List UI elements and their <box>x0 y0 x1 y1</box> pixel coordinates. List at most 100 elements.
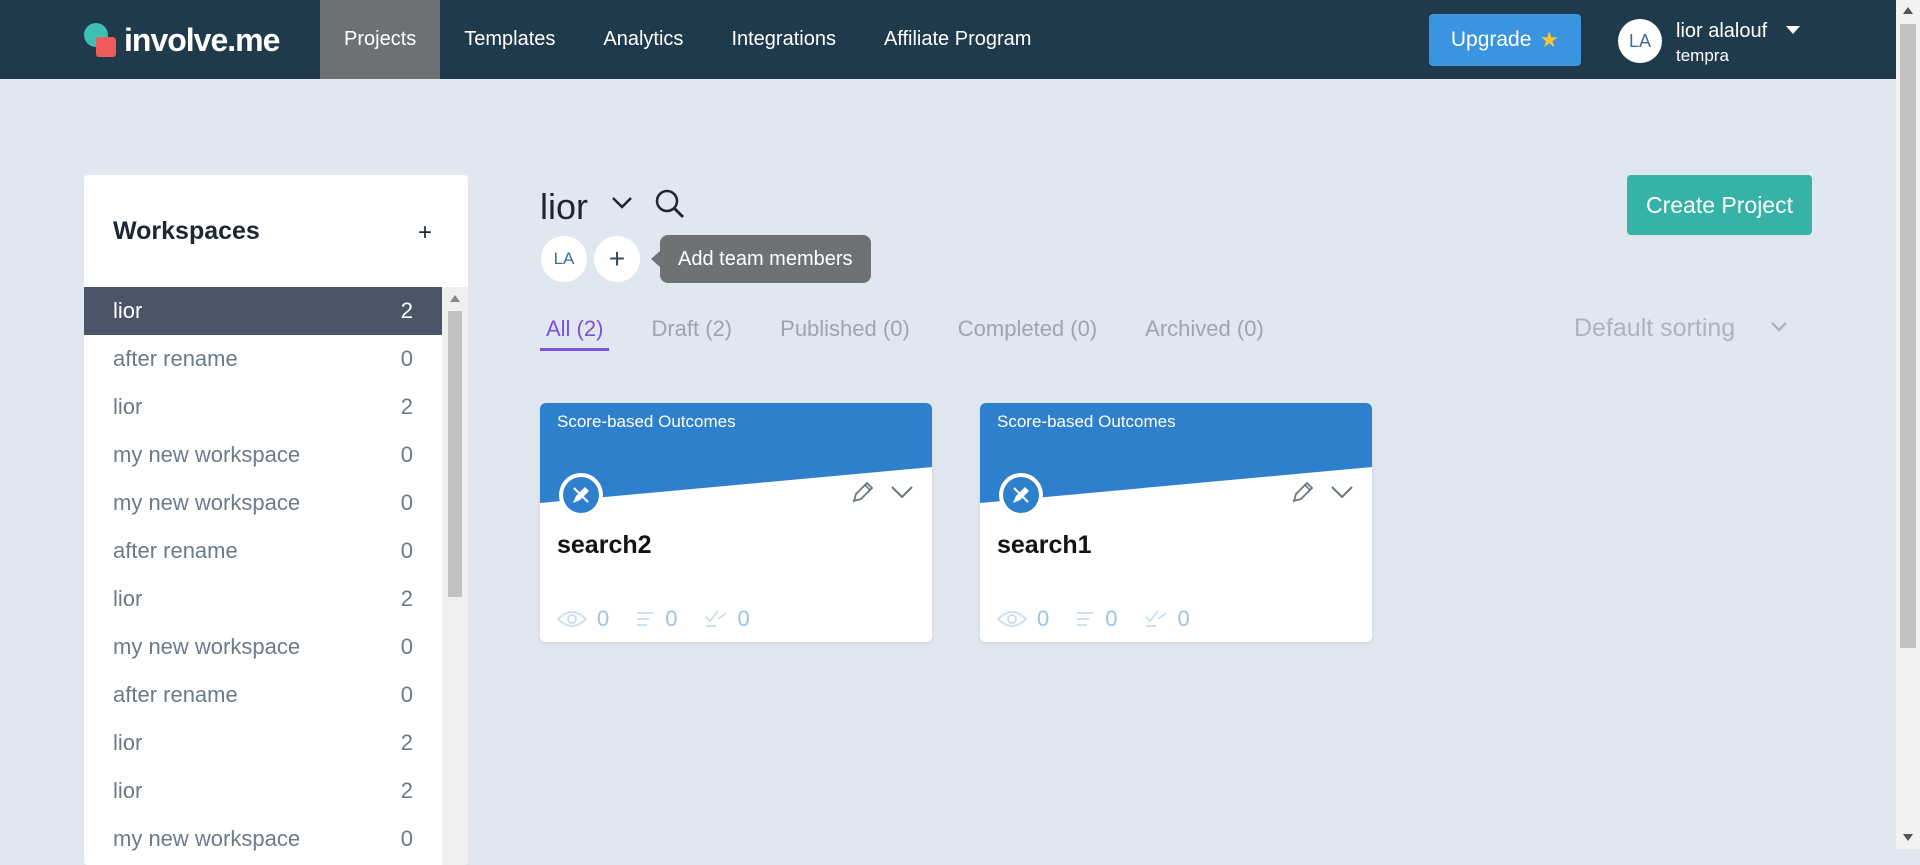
views-stat: 0 <box>997 606 1049 632</box>
workspace-count: 2 <box>400 586 413 611</box>
sorting-dropdown[interactable]: Default sorting <box>1574 314 1735 343</box>
filter-published[interactable]: Published (0) <box>774 316 916 351</box>
completions-count: 0 <box>737 606 750 631</box>
workspace-item[interactable]: my new workspace 0 <box>84 431 442 479</box>
user-name[interactable]: lior alalouf <box>1676 20 1767 43</box>
workspace-item[interactable]: lior 2 <box>84 383 442 431</box>
workspace-count: 2 <box>400 730 413 755</box>
completions-count: 0 <box>1177 606 1190 631</box>
eye-icon <box>557 611 587 627</box>
workspace-name: lior <box>113 586 143 611</box>
project-stats: 0 0 0 <box>997 606 1190 632</box>
workspace-item[interactable]: lior 2 <box>84 767 442 815</box>
workspace-item[interactable]: after rename 0 <box>84 335 442 383</box>
page-scrollbar-thumb[interactable] <box>1900 24 1916 648</box>
workspace-name: lior <box>113 778 143 803</box>
brand-name: involve.me <box>124 21 280 58</box>
workspace-name: my new workspace <box>113 490 301 515</box>
user-avatar[interactable]: LA <box>1618 19 1662 63</box>
workspace-count: 0 <box>400 538 413 563</box>
add-member-tooltip: Add team members <box>651 235 871 283</box>
workspace-name: after rename <box>113 538 238 563</box>
main-nav: Projects Templates Analytics Integration… <box>320 0 1055 79</box>
submissions-count: 0 <box>1105 606 1118 631</box>
workspace-item[interactable]: lior 2 <box>84 575 442 623</box>
workspaces-title: Workspaces <box>113 217 260 245</box>
list-icon <box>637 612 654 626</box>
filter-all[interactable]: All (2) <box>540 316 610 351</box>
workspace-item[interactable]: lior 2 <box>84 287 442 335</box>
member-avatar[interactable]: LA <box>541 236 587 282</box>
chevron-down-icon[interactable] <box>890 483 914 501</box>
chevron-down-icon[interactable] <box>610 190 634 214</box>
views-count: 0 <box>597 606 610 631</box>
completions-stat: 0 <box>704 606 750 632</box>
nav-analytics[interactable]: Analytics <box>579 0 707 79</box>
workspace-name: my new workspace <box>113 634 301 659</box>
workspace-name: lior <box>113 730 143 755</box>
submissions-count: 0 <box>665 606 678 631</box>
workspace-name: my new workspace <box>113 826 301 851</box>
project-title[interactable]: search2 <box>557 531 652 560</box>
workspace-count: 0 <box>400 634 413 659</box>
create-project-button[interactable]: Create Project <box>1627 175 1812 235</box>
workspace-name: after rename <box>113 346 238 371</box>
edit-icon[interactable] <box>1290 479 1316 505</box>
workspace-item[interactable]: my new workspace 0 <box>84 815 442 863</box>
workspace-item[interactable]: my new workspace 0 <box>84 623 442 671</box>
views-count: 0 <box>1037 606 1050 631</box>
project-stats: 0 0 0 <box>557 606 750 632</box>
workspace-count: 0 <box>400 682 413 707</box>
project-type-label: Score-based Outcomes <box>557 412 736 431</box>
project-title[interactable]: search1 <box>997 531 1092 560</box>
workspace-name: my new workspace <box>113 442 301 467</box>
workspace-count: 0 <box>400 442 413 467</box>
top-navbar: involve.me Projects Templates Analytics … <box>0 0 1896 79</box>
edit-icon[interactable] <box>850 479 876 505</box>
status-filter-tabs: All (2) Draft (2) Published (0) Complete… <box>540 316 1270 351</box>
search-icon[interactable] <box>654 188 686 220</box>
workspace-item[interactable]: lior 2 <box>84 719 442 767</box>
filter-draft[interactable]: Draft (2) <box>645 316 738 351</box>
workspace-count: 0 <box>400 346 413 371</box>
workspace-item[interactable]: my new workspace 0 <box>84 479 442 527</box>
project-type-label: Score-based Outcomes <box>997 412 1176 431</box>
scroll-up-icon[interactable] <box>1903 7 1913 14</box>
scroll-down-icon[interactable] <box>1903 834 1913 841</box>
upgrade-label: Upgrade <box>1450 28 1532 51</box>
views-stat: 0 <box>557 606 609 632</box>
project-card[interactable]: Score-based Outcomes search2 0 0 0 <box>540 403 932 642</box>
workspace-item[interactable]: after rename 0 <box>84 671 442 719</box>
nav-templates[interactable]: Templates <box>440 0 579 79</box>
scrollbar-thumb[interactable] <box>448 311 462 597</box>
workspace-item[interactable]: after rename 0 <box>84 527 442 575</box>
workspace-title: lior <box>540 186 589 227</box>
submissions-stat: 0 <box>635 606 678 632</box>
workspace-count: 0 <box>400 490 413 515</box>
workspace-name: after rename <box>113 682 238 707</box>
page-scrollbar[interactable] <box>1896 0 1920 849</box>
workspace-list-scrollbar[interactable] <box>442 287 468 865</box>
add-workspace-button[interactable]: + <box>418 219 432 247</box>
nav-affiliate-program[interactable]: Affiliate Program <box>860 0 1055 79</box>
workspace-count: 2 <box>400 298 413 323</box>
brand-logo[interactable]: involve.me <box>84 20 280 60</box>
checklist-icon <box>704 610 727 627</box>
star-icon: ★ <box>1539 27 1560 52</box>
quiz-type-icon <box>559 473 603 517</box>
checklist-icon <box>1144 610 1167 627</box>
quiz-type-icon <box>999 473 1043 517</box>
eye-icon <box>997 611 1027 627</box>
filter-archived[interactable]: Archived (0) <box>1139 316 1270 351</box>
chevron-down-icon[interactable] <box>1330 483 1354 501</box>
user-menu-caret-icon[interactable] <box>1786 26 1800 34</box>
project-card[interactable]: Score-based Outcomes search1 0 0 0 <box>980 403 1372 642</box>
filter-completed[interactable]: Completed (0) <box>952 316 1103 351</box>
add-member-button[interactable]: + <box>594 236 640 282</box>
nav-projects[interactable]: Projects <box>320 0 441 79</box>
upgrade-button[interactable]: Upgrade ★ <box>1429 14 1581 66</box>
chevron-down-icon[interactable] <box>1768 316 1790 338</box>
scroll-up-icon[interactable] <box>450 295 460 302</box>
nav-integrations[interactable]: Integrations <box>707 0 860 79</box>
workspace-count: 0 <box>400 826 413 851</box>
